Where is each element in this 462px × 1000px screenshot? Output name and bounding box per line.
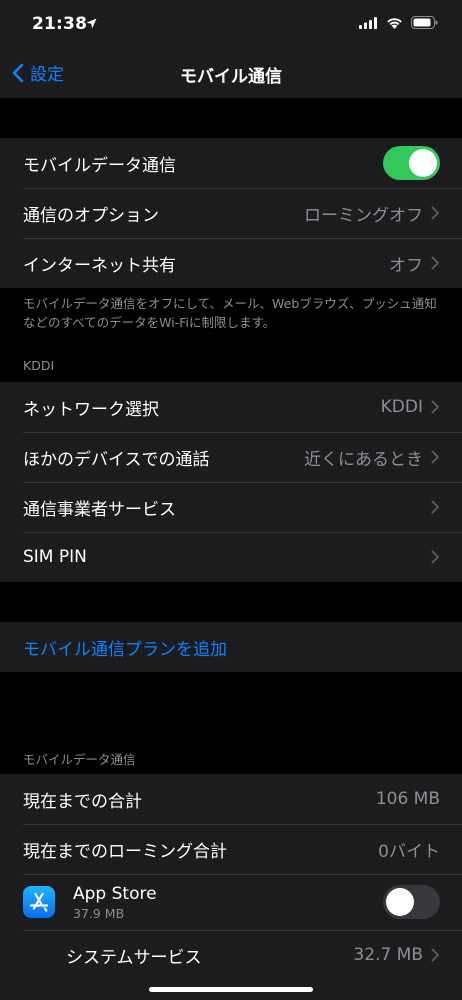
navigation-bar: 設定 モバイル通信: [0, 50, 462, 98]
network-selection-value: KDDI: [380, 397, 423, 417]
app-store-icon: [23, 886, 55, 918]
mobile-data-footnote: モバイルデータ通信をオフにして、メール、Webブラウズ、プッシュ通知などのすべて…: [23, 296, 437, 330]
sim-pin-label: SIM PIN: [23, 547, 87, 567]
chevron-right-icon: [431, 948, 439, 962]
row-current-period: 現在までの合計 106 MB: [0, 774, 462, 824]
status-indicators: [359, 16, 438, 29]
current-period-value: 106 MB: [375, 789, 440, 809]
row-network-selection[interactable]: ネットワーク選択 KDDI: [0, 382, 462, 432]
chevron-right-icon: [431, 206, 439, 220]
toggle-knob: [409, 149, 437, 177]
app-store-size: 37.9 MB: [73, 905, 125, 921]
wifi-icon: [387, 17, 402, 29]
calls-other-devices-label: ほかのデバイスでの通話: [23, 449, 210, 470]
current-roaming-value: 0バイト: [378, 841, 440, 862]
add-plan-label: モバイル通信プランを追加: [23, 639, 227, 660]
row-sim-pin[interactable]: SIM PIN: [0, 532, 462, 582]
data-options-value: ローミングオフ: [304, 205, 423, 226]
chevron-right-icon: [431, 400, 439, 414]
battery-icon: [411, 16, 438, 29]
add-cellular-plan-button[interactable]: モバイル通信プランを追加: [0, 622, 462, 672]
row-data-options[interactable]: 通信のオプション ローミングオフ: [0, 188, 462, 238]
row-mobile-data: モバイルデータ通信: [0, 138, 462, 188]
row-carrier-services[interactable]: 通信事業者サービス: [0, 482, 462, 532]
system-services-value: 32.7 MB: [353, 945, 423, 965]
settings-group-mobile-data: モバイルデータ通信 通信のオプション ローミングオフ インターネット共有 オフ: [0, 138, 462, 288]
current-roaming-label: 現在までのローミング合計: [23, 841, 227, 862]
section-header-usage: モバイルデータ通信: [23, 752, 136, 767]
row-personal-hotspot[interactable]: インターネット共有 オフ: [0, 238, 462, 288]
status-time: 21:38: [32, 14, 88, 34]
calls-other-devices-value: 近くにあるとき: [304, 449, 423, 470]
settings-group-add-plan: モバイル通信プランを追加: [0, 622, 462, 672]
settings-group-usage: 現在までの合計 106 MB 現在までのローミング合計 0バイト App Sto…: [0, 774, 462, 1000]
settings-group-carrier: ネットワーク選択 KDDI ほかのデバイスでの通話 近くにあるとき 通信事業者サ…: [0, 382, 462, 582]
mobile-data-toggle[interactable]: [383, 146, 440, 180]
app-store-name: App Store: [73, 883, 157, 904]
row-calls-other-devices[interactable]: ほかのデバイスでの通話 近くにあるとき: [0, 432, 462, 482]
row-app-store: App Store 37.9 MB: [0, 874, 462, 930]
data-options-label: 通信のオプション: [23, 205, 159, 226]
hotspot-value: オフ: [389, 255, 423, 276]
app-store-text: App Store 37.9 MB: [73, 884, 383, 921]
chevron-right-icon: [431, 450, 439, 464]
row-system-services[interactable]: システムサービス 32.7 MB: [0, 930, 462, 980]
home-indicator[interactable]: [149, 987, 313, 992]
toggle-knob: [386, 888, 414, 916]
hotspot-label: インターネット共有: [23, 255, 176, 276]
chevron-right-icon: [431, 500, 439, 514]
location-arrow-icon: [86, 18, 97, 29]
carrier-services-label: 通信事業者サービス: [23, 499, 176, 520]
mobile-data-label: モバイルデータ通信: [23, 155, 176, 176]
current-period-label: 現在までの合計: [23, 791, 142, 812]
status-bar: 21:38: [0, 0, 462, 50]
system-services-label: システムサービス: [66, 947, 202, 968]
network-selection-label: ネットワーク選択: [23, 399, 159, 420]
section-header-kddi: KDDI: [23, 358, 55, 373]
row-current-roaming: 現在までのローミング合計 0バイト: [0, 824, 462, 874]
app-store-toggle[interactable]: [383, 885, 440, 919]
chevron-right-icon: [431, 550, 439, 564]
page-title: モバイル通信: [180, 67, 282, 87]
chevron-right-icon: [431, 256, 439, 270]
signal-icon: [359, 16, 377, 29]
